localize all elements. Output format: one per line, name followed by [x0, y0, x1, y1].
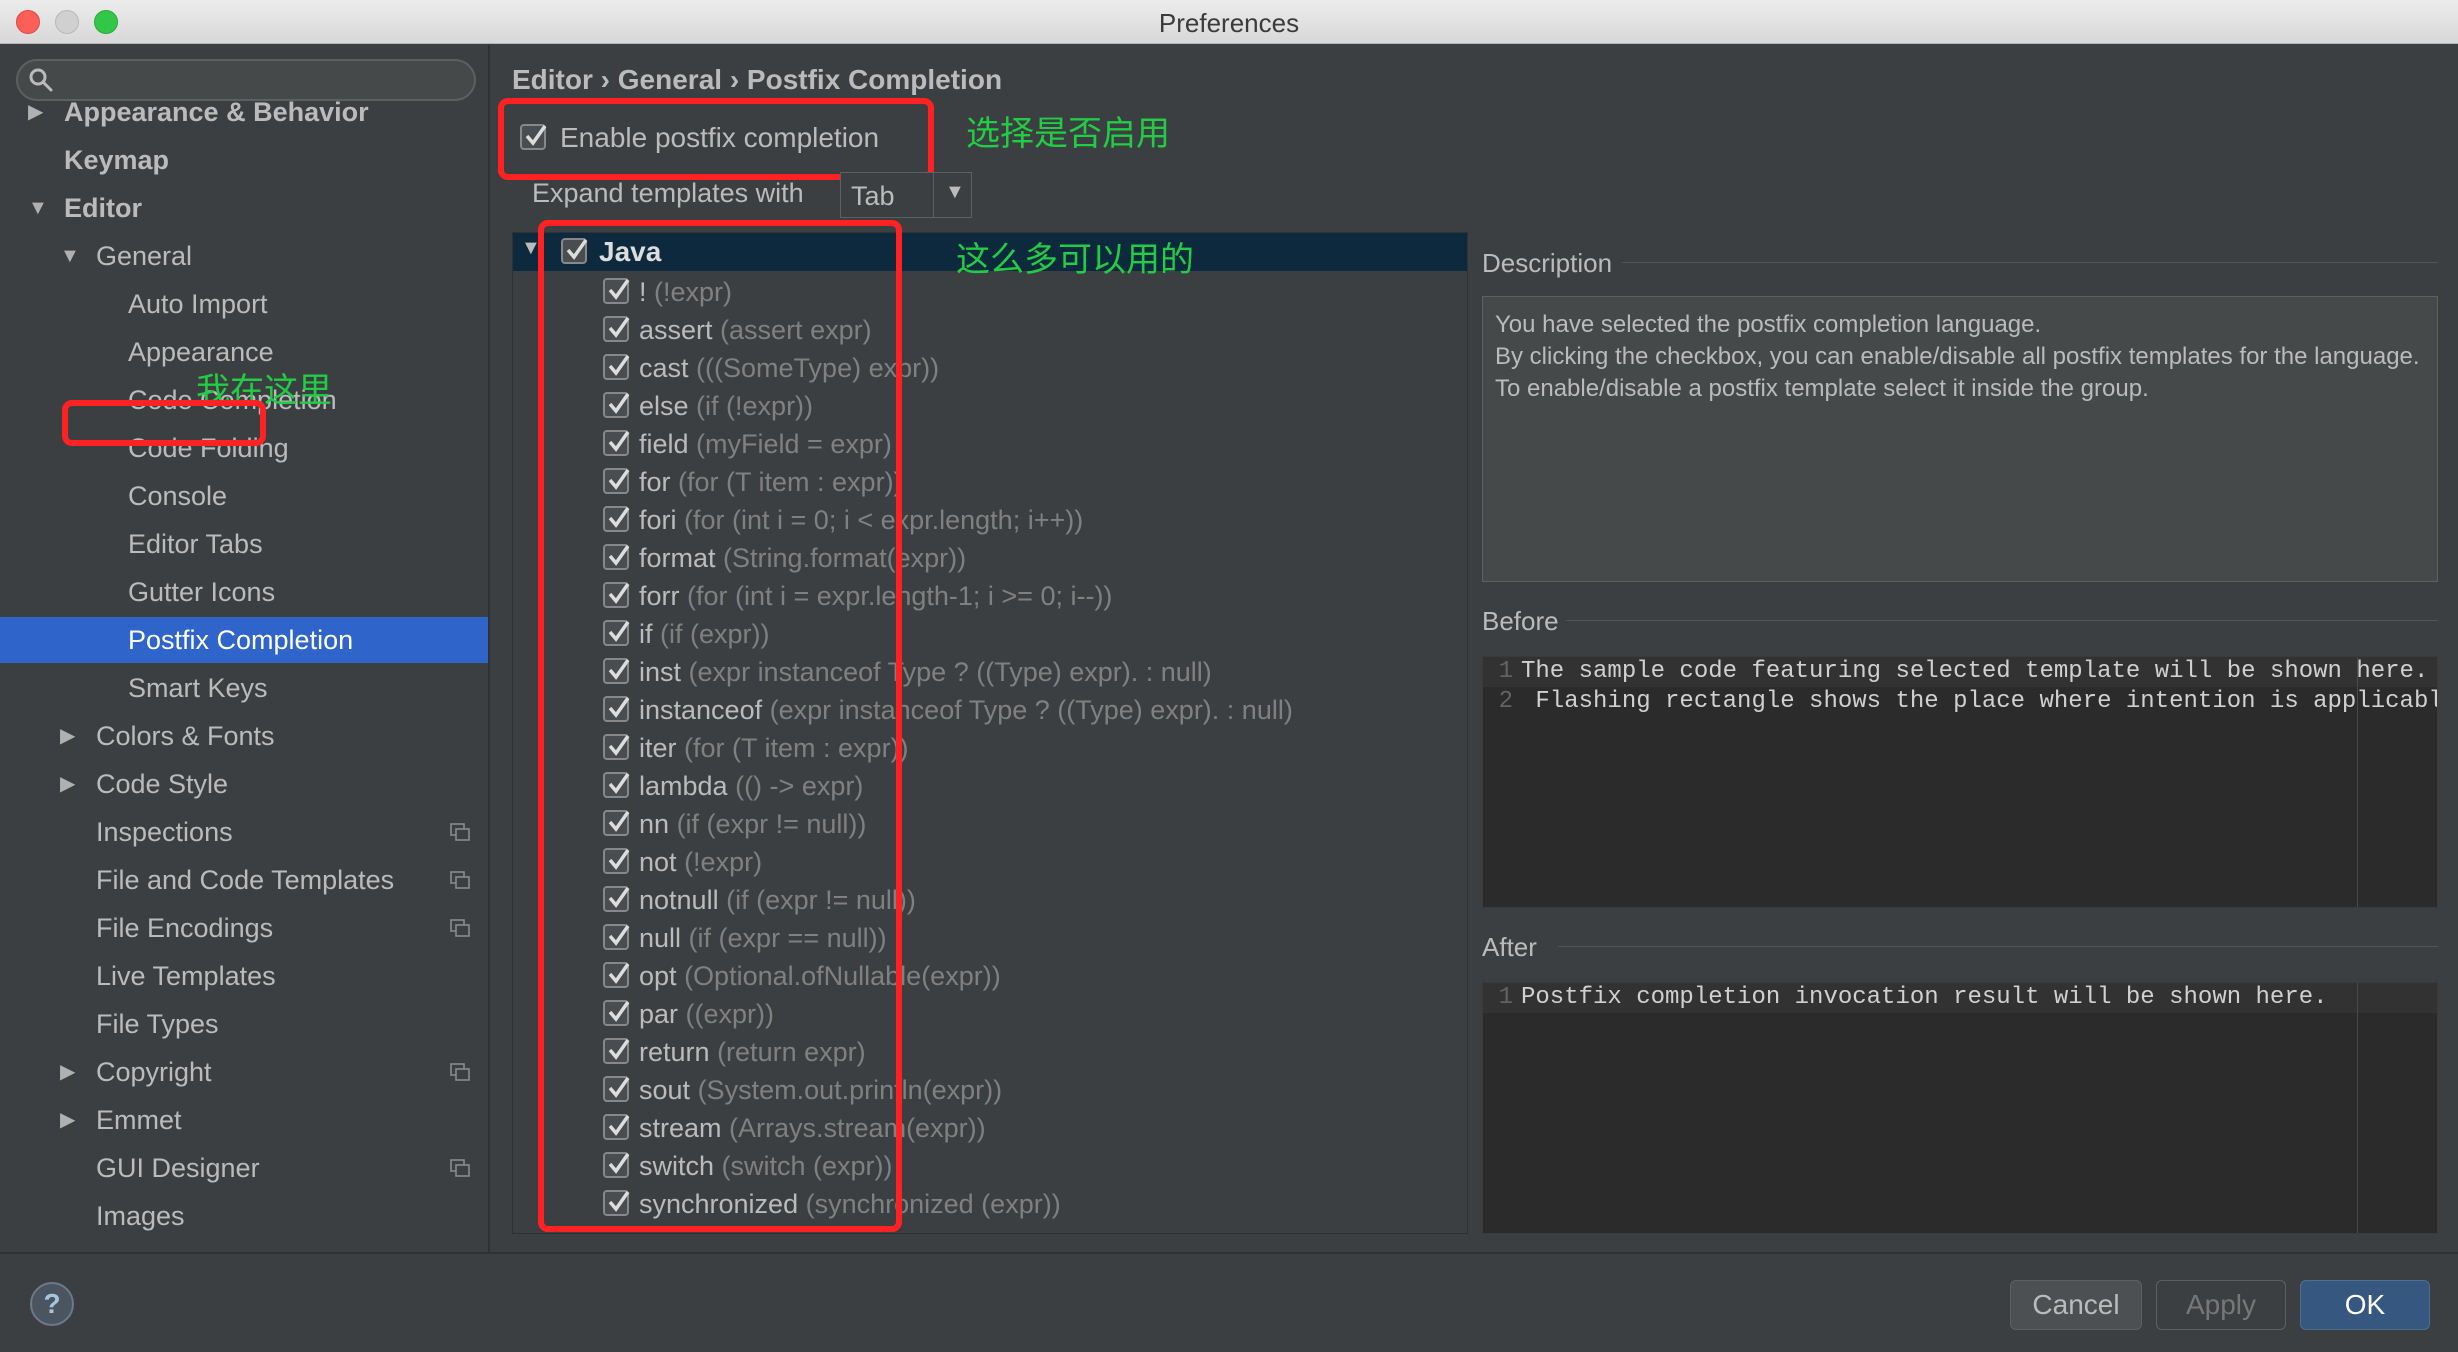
sidebar-item-label: Postfix Completion	[128, 625, 354, 655]
sidebar-item-label: Emmet	[96, 1105, 182, 1135]
cancel-button[interactable]: Cancel	[2010, 1280, 2142, 1330]
chevron-right-icon[interactable]: ▶	[28, 89, 43, 135]
sidebar-item[interactable]: GUI Designer	[0, 1145, 488, 1191]
sidebar-item-label: File Encodings	[96, 913, 274, 943]
sidebar-item-label: Editor Tabs	[128, 529, 263, 559]
title-bar: Preferences	[0, 0, 2458, 44]
sidebar-item[interactable]: ▶ Copyright	[0, 1049, 488, 1095]
sidebar-item-label: File and Code Templates	[96, 865, 395, 895]
chevron-right-icon[interactable]: ▶	[60, 713, 75, 759]
project-settings-icon	[450, 1159, 470, 1177]
sidebar-item[interactable]: Inspections	[0, 809, 488, 855]
sidebar-item-label: Console	[128, 481, 228, 511]
project-settings-icon	[450, 823, 470, 841]
sidebar-item[interactable]: Images	[0, 1193, 488, 1239]
breadcrumb: Editor › General › Postfix Completion	[512, 64, 1003, 95]
description-line: By clicking the checkbox, you can enable…	[1495, 343, 2420, 370]
sidebar-item[interactable]: ▶ Emmet	[0, 1097, 488, 1143]
sidebar-item[interactable]: ▼ Editor	[0, 185, 488, 231]
sidebar-item-label: Gutter Icons	[128, 577, 276, 607]
apply-button[interactable]: Apply	[2156, 1280, 2286, 1330]
sidebar-item-label: Inspections	[96, 817, 233, 847]
project-settings-icon	[450, 919, 470, 937]
sidebar-item-label: Smart Keys	[128, 673, 268, 703]
sidebar-item-label: Keymap	[64, 145, 170, 175]
annotation-enable: 选择是否启用	[966, 114, 1170, 154]
before-title: Before	[1482, 606, 1559, 636]
sidebar-item[interactable]: ▶ Colors & Fonts	[0, 713, 488, 759]
ok-button[interactable]: OK	[2300, 1280, 2430, 1330]
annotation-templates: 这么多可以用的	[956, 240, 1194, 280]
description-title: Description	[1482, 248, 1613, 278]
sidebar-item-label: GUI Designer	[96, 1153, 260, 1183]
annotation-box-selected	[62, 400, 266, 446]
help-button[interactable]: ?	[30, 1282, 74, 1326]
description-text: You have selected the postfix completion…	[1482, 296, 2438, 582]
sidebar-item[interactable]: ▶ Appearance & Behavior	[0, 89, 488, 135]
sidebar-item-label: Code Style	[96, 769, 229, 799]
sidebar-item[interactable]: Console	[0, 473, 488, 519]
code-line: 1 The sample code featuring selected temp…	[1498, 658, 2429, 685]
description-line: To enable/disable a postfix template sel…	[1495, 375, 2149, 402]
chevron-right-icon[interactable]: ▶	[60, 1097, 75, 1143]
chevron-down-icon[interactable]: ▼	[60, 233, 80, 279]
description-line: You have selected the postfix completion…	[1495, 311, 2042, 338]
sidebar-item[interactable]: File Encodings	[0, 905, 488, 951]
sidebar-item[interactable]: Postfix Completion	[0, 617, 488, 663]
sidebar-item-label: Images	[96, 1201, 185, 1231]
expand-key-value: Tab	[851, 181, 895, 211]
sidebar-item-label: Auto Import	[128, 289, 268, 319]
sidebar-item[interactable]: Gutter Icons	[0, 569, 488, 615]
before-code-preview: 1 The sample code featuring selected temp…	[1482, 656, 2438, 908]
chevron-right-icon[interactable]: ▶	[60, 761, 75, 807]
dialog-footer: ? Cancel Apply OK	[0, 1252, 2458, 1352]
chevron-down-icon: ▼	[945, 181, 965, 203]
sidebar-item-label: Appearance & Behavior	[64, 97, 369, 127]
annotation-box-enable	[498, 98, 934, 180]
sidebar-item[interactable]: Keymap	[0, 137, 488, 183]
sidebar-item[interactable]: Editor Tabs	[0, 521, 488, 567]
chevron-right-icon[interactable]: ▶	[60, 1049, 75, 1095]
project-settings-icon	[450, 1063, 470, 1081]
sidebar-item-label: Colors & Fonts	[96, 721, 275, 751]
sidebar-item[interactable]: Auto Import	[0, 281, 488, 327]
expand-templates-label: Expand templates with	[532, 178, 804, 208]
after-title: After	[1482, 932, 1537, 962]
code-line: 1 Postfix completion invocation result wi…	[1498, 984, 2328, 1011]
after-code-preview: 1 Postfix completion invocation result wi…	[1482, 982, 2438, 1234]
sidebar-item[interactable]: Smart Keys	[0, 665, 488, 711]
sidebar-item[interactable]: Live Templates	[0, 953, 488, 999]
annotation-box-templates	[538, 220, 902, 1232]
settings-sidebar: ▶ Appearance & Behavior Keymap ▼ Editor ▼ Gene…	[0, 45, 490, 1252]
sidebar-item-label: Copyright	[96, 1057, 212, 1087]
sidebar-item[interactable]: File and Code Templates	[0, 857, 488, 903]
sidebar-item-label: Live Templates	[96, 961, 276, 991]
sidebar-item[interactable]: ▶ Code Style	[0, 761, 488, 807]
chevron-down-icon[interactable]: ▼	[28, 185, 48, 231]
sidebar-item-label: Editor	[64, 193, 142, 223]
sidebar-item[interactable]: ▼ General	[0, 233, 488, 279]
expand-key-combo[interactable]: Tab ▼	[840, 172, 972, 218]
sidebar-item[interactable]: File Types	[0, 1001, 488, 1047]
code-line: 2 Flashing rectangle shows the place whe…	[1498, 688, 2438, 715]
sidebar-item-label: General	[96, 241, 193, 271]
window-title: Preferences	[1158, 8, 1300, 38]
sidebar-item-label: File Types	[96, 1009, 219, 1039]
project-settings-icon	[450, 871, 470, 889]
